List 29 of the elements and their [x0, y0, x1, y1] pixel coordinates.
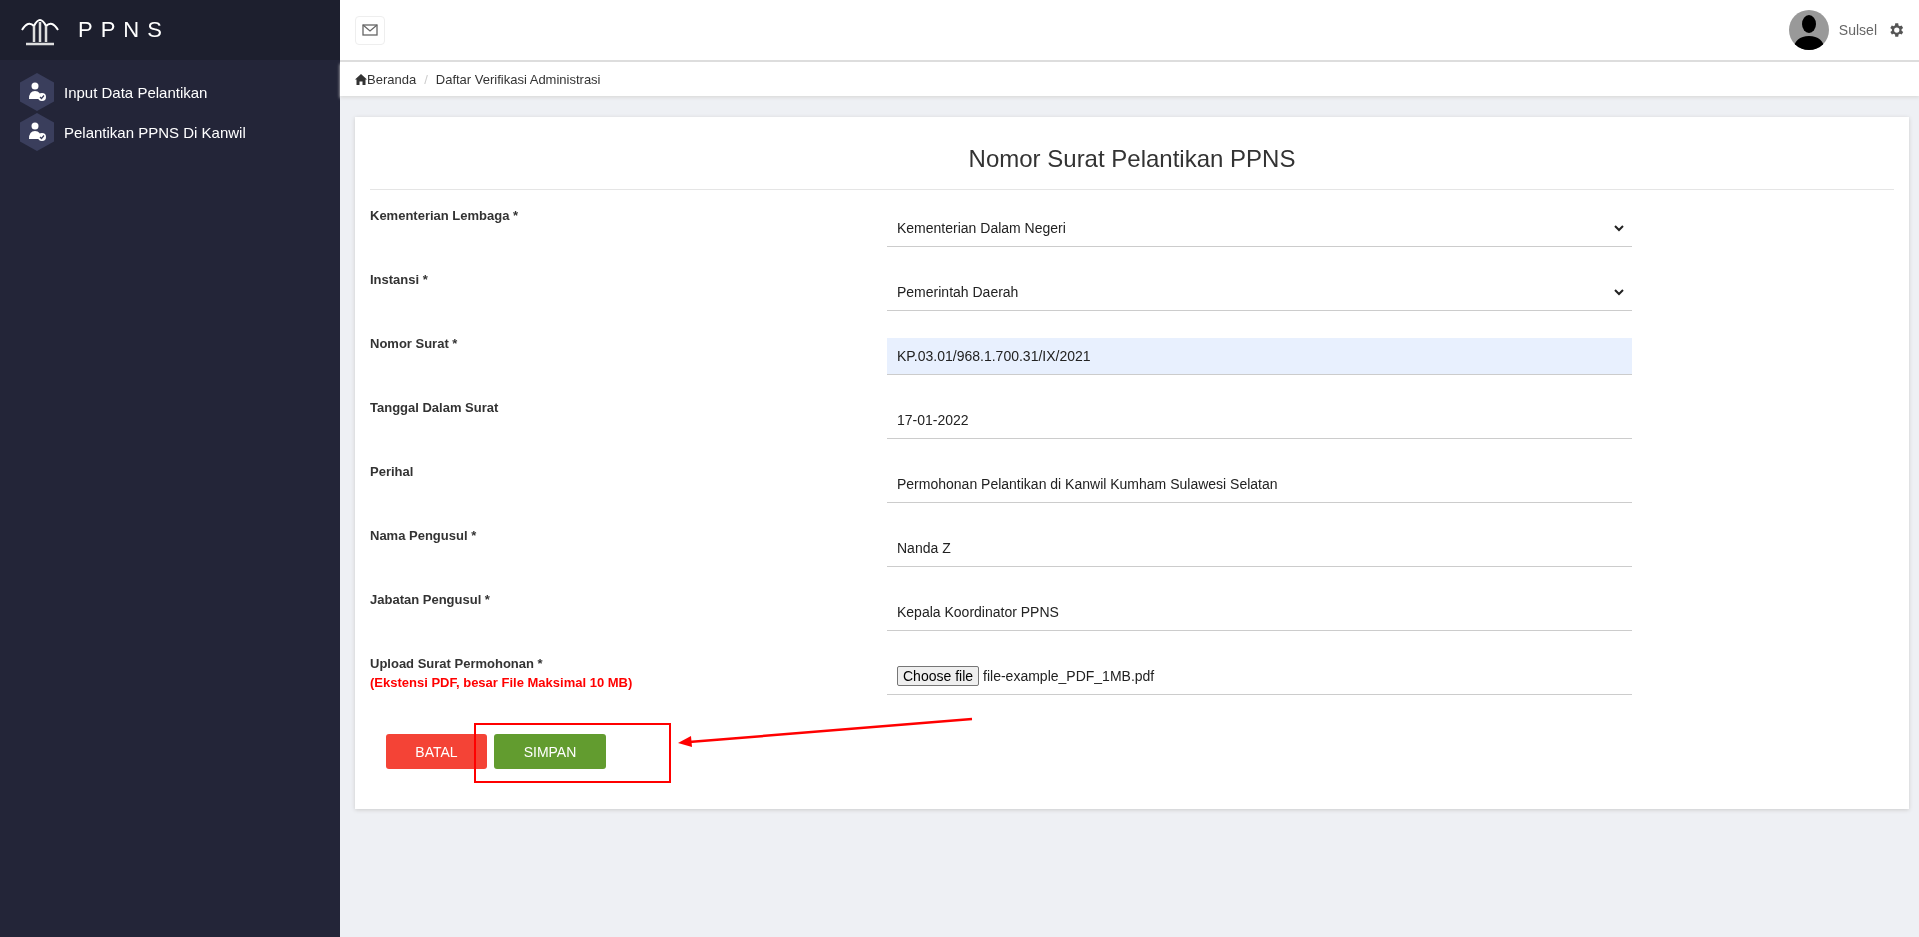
field-label: Jabatan Pengusul * [370, 592, 491, 607]
sidebar-item[interactable]: Pelantikan PPNS Di Kanwil [0, 112, 340, 152]
breadcrumb-separator: / [424, 71, 428, 87]
form-title: Nomor Surat Pelantikan PPNS [370, 131, 1894, 190]
field-label: Nama Pengusul * [370, 528, 478, 543]
avatar-icon[interactable] [1788, 10, 1829, 50]
breadcrumb-link[interactable]: Daftar Verifikasi Administrasi [435, 71, 601, 87]
breadcrumb-link[interactable]: Beranda [367, 71, 417, 87]
field-label: Instansi * [370, 272, 429, 287]
user-name: Sulsel [1838, 22, 1877, 38]
cancel-button[interactable]: BATAL [386, 734, 487, 769]
field-label: Perihal [370, 464, 415, 479]
user-check-icon [20, 113, 54, 151]
field-label: Tanggal Dalam Surat [370, 400, 500, 415]
home-icon [355, 73, 367, 85]
mail-icon [362, 24, 378, 36]
field-label: Kementerian Lembaga * [370, 208, 520, 223]
field-label: Upload Surat Permohonan * [370, 656, 544, 671]
field-hint: (Ekstensi PDF, besar File Maksimal 10 MB) [370, 675, 634, 690]
chevron-icon [1614, 224, 1624, 232]
field-label: Nomor Surat * [370, 336, 459, 351]
user-check-icon [20, 73, 54, 111]
brand-name: PPNS [78, 17, 170, 43]
mail-button[interactable] [355, 15, 385, 45]
input-field[interactable]: KP.03.01/968.1.700.31/IX/2021 [887, 338, 1632, 375]
chevron-icon [1614, 288, 1624, 296]
sidebar-item[interactable]: Input Data Pelantikan [0, 72, 340, 112]
file-name: file-example_PDF_1MB.pdf [983, 668, 1155, 684]
choose-file-button[interactable]: Choose file [897, 666, 980, 686]
